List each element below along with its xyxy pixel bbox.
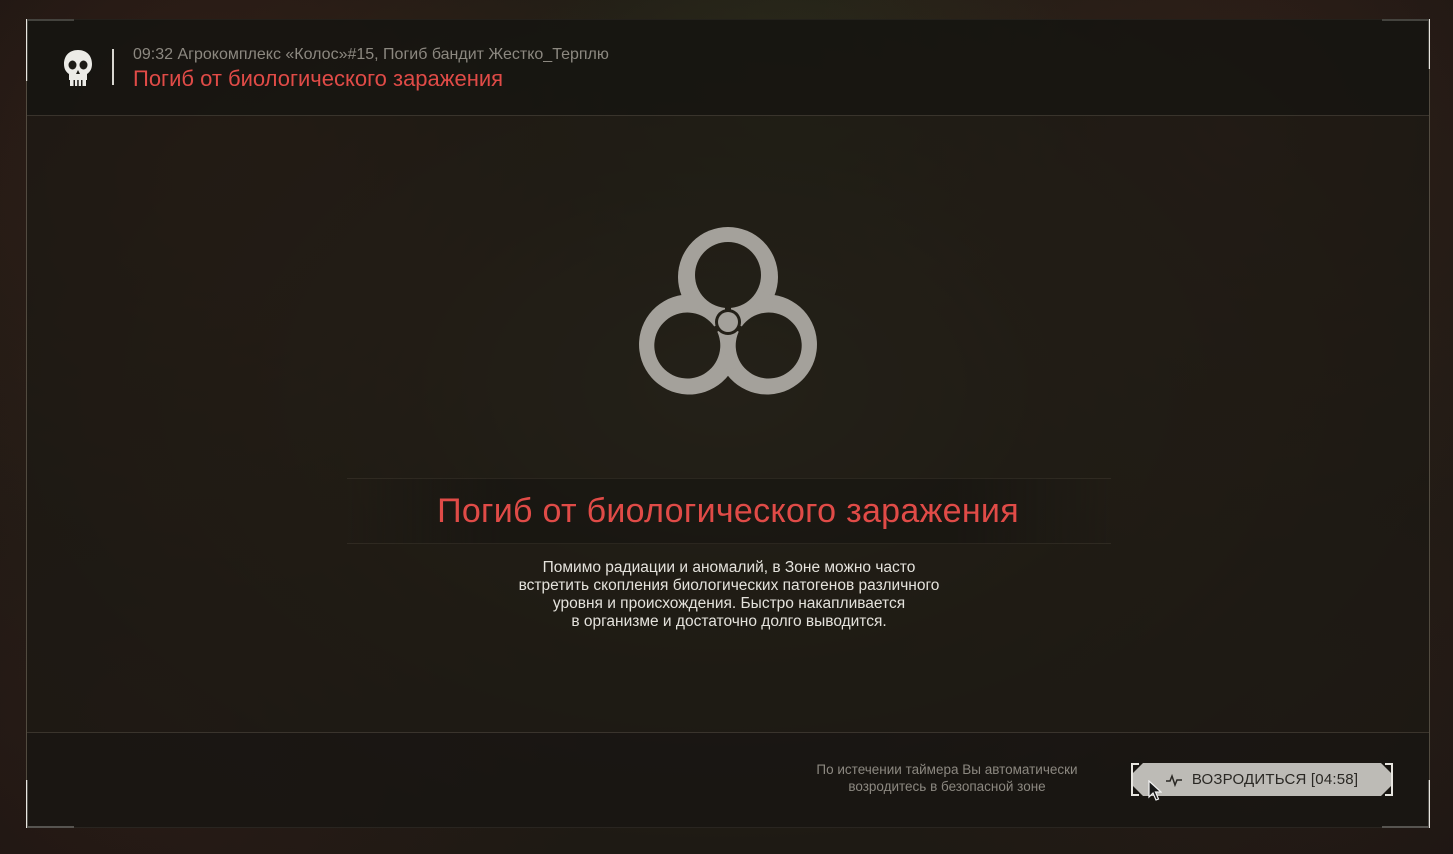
respawn-button-label: ВОЗРОДИТЬСЯ [04:58]: [1191, 771, 1359, 788]
header-divider: [112, 49, 114, 85]
note-line: возродитесь в безопасной зоне: [848, 779, 1046, 794]
death-description: Помимо радиации и аномалий, в Зоне можно…: [479, 559, 979, 631]
description-line: Помимо радиации и аномалий, в Зоне можно…: [542, 559, 916, 576]
death-reason-heading: Погиб от биологического заражения: [437, 492, 1019, 530]
respawn-footer: По истечении таймера Вы автоматически во…: [27, 732, 1429, 828]
death-header: 09:32 Агрокомплекс «Колос»#15, Погиб бан…: [27, 19, 1429, 116]
description-line: в организме и достаточно долго выводится…: [571, 613, 887, 630]
note-line: По истечении таймера Вы автоматически: [816, 762, 1078, 777]
death-main-content: Погиб от биологического заражения Помимо…: [27, 116, 1429, 733]
death-event-meta: 09:32 Агрокомплекс «Колос»#15, Погиб бан…: [133, 46, 609, 63]
auto-respawn-note: По истечении таймера Вы автоматически во…: [787, 761, 1107, 795]
description-line: уровня и происхождения. Быстро накаплива…: [552, 595, 906, 612]
respawn-button[interactable]: ВОЗРОДИТЬСЯ [04:58]: [1133, 763, 1391, 796]
biohazard-icon: [639, 227, 817, 395]
mouse-cursor-icon: [1148, 780, 1162, 801]
description-line: встретить скопления биологических патоге…: [518, 577, 940, 594]
skull-icon: [64, 50, 92, 86]
death-screen-panel: 09:32 Агрокомплекс «Колос»#15, Погиб бан…: [26, 19, 1430, 828]
death-cause-title: Погиб от биологического заражения: [133, 66, 504, 91]
pulse-icon: [1166, 773, 1182, 787]
